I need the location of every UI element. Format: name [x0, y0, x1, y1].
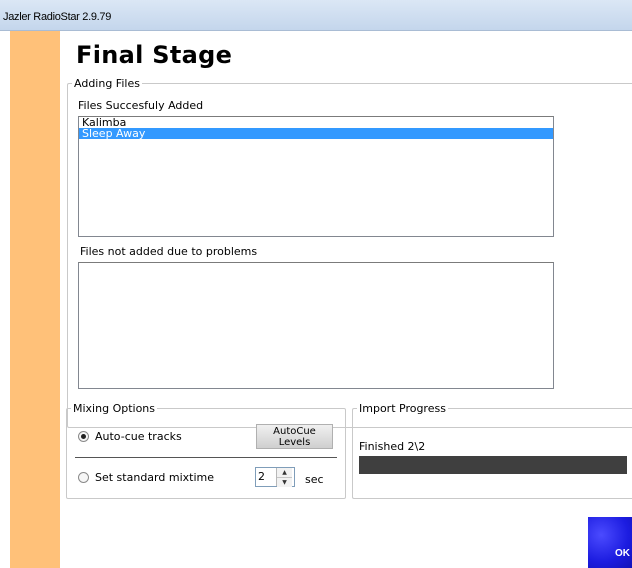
- title-bar: Jazler RadioStar 2.9.79: [0, 0, 632, 31]
- ok-label: OK: [615, 548, 630, 559]
- ok-button[interactable]: OK: [588, 517, 632, 568]
- mixing-options-legend: Mixing Options: [71, 402, 158, 415]
- autocue-option[interactable]: Auto-cue tracks: [78, 430, 182, 443]
- files-failed-list[interactable]: [78, 262, 554, 389]
- adding-files-group: Adding Files Files Succesfuly Added Kali…: [67, 77, 632, 428]
- page-title: Final Stage: [76, 41, 233, 69]
- import-progress-legend: Import Progress: [357, 402, 448, 415]
- import-progress-group: Import Progress Finished 2\2: [352, 402, 632, 499]
- autocue-label: Auto-cue tracks: [95, 430, 182, 443]
- options-divider: [75, 457, 337, 458]
- standard-mixtime-option[interactable]: Set standard mixtime: [78, 471, 214, 484]
- window-frame: [0, 31, 10, 568]
- mixing-options-group: Mixing Options Auto-cue tracks AutoCue L…: [66, 402, 346, 499]
- files-added-label: Files Succesfuly Added: [78, 99, 204, 112]
- mixtime-stepper[interactable]: 2 ▲ ▼: [255, 467, 295, 487]
- spin-down-icon[interactable]: ▼: [277, 477, 292, 487]
- spin-up-icon[interactable]: ▲: [277, 468, 292, 477]
- autocue-radio[interactable]: [78, 431, 89, 442]
- sidebar-accent: [10, 31, 60, 568]
- autocue-levels-button[interactable]: AutoCue Levels: [256, 424, 333, 449]
- window-title: Jazler RadioStar 2.9.79: [3, 11, 112, 23]
- list-item[interactable]: Kalimba: [79, 117, 553, 128]
- mixtime-unit: sec: [305, 473, 324, 486]
- standard-mixtime-label: Set standard mixtime: [95, 471, 214, 484]
- adding-files-legend: Adding Files: [72, 77, 142, 90]
- standard-mixtime-radio[interactable]: [78, 472, 89, 483]
- files-added-list[interactable]: Kalimba Sleep Away: [78, 116, 554, 237]
- import-progress-track: [359, 456, 627, 474]
- import-status: Finished 2\2: [359, 440, 426, 453]
- list-item[interactable]: Sleep Away: [79, 128, 553, 139]
- files-failed-label: Files not added due to problems: [80, 245, 258, 258]
- main-panel: Final Stage Adding Files Files Succesful…: [60, 31, 632, 568]
- mixtime-value[interactable]: 2: [256, 468, 276, 486]
- import-progress-bar: [359, 456, 627, 474]
